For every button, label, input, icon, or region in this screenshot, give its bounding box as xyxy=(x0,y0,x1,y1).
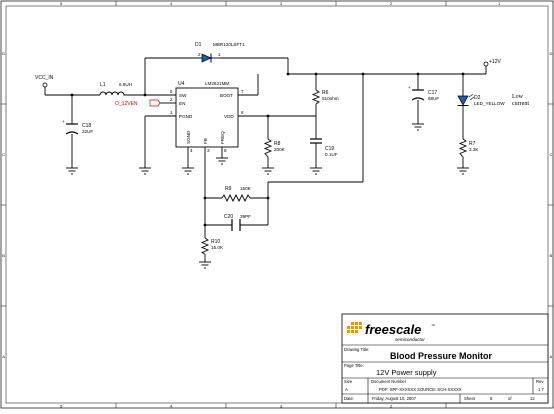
resistor-r10: R10 16.0K xyxy=(200,237,224,255)
capacitor-c18: + C18 22UF xyxy=(62,119,93,135)
svg-text:5: 5 xyxy=(170,89,173,94)
svg-text:+: + xyxy=(62,119,65,124)
border-row-label: D xyxy=(550,51,553,56)
r9-value: 150K xyxy=(240,186,252,191)
net-label-12v: +12V xyxy=(489,59,501,65)
c19-value: 0.1UF xyxy=(325,152,338,157)
u4-ref: U4 xyxy=(178,81,185,87)
resistor-r9: R9 150K xyxy=(221,186,252,203)
c20-ref: C20 xyxy=(224,214,233,220)
svg-text:FB: FB xyxy=(203,138,208,144)
svg-text:7: 7 xyxy=(241,89,244,94)
net-label-vcc-in: VCC_IN xyxy=(35,75,54,81)
resistor-r7: R7 3.3K xyxy=(458,138,479,158)
svg-text:1: 1 xyxy=(218,52,221,57)
d2-value: LED_YELLOW xyxy=(474,101,505,106)
logo-tm: ™ xyxy=(431,323,435,328)
annotation-low-current: Low current xyxy=(512,94,529,107)
date-label: Date: xyxy=(344,396,354,401)
drawing-title-label: Drawing Title: xyxy=(344,347,369,352)
border-col-label: 2 xyxy=(390,1,393,6)
svg-text:1: 1 xyxy=(170,110,173,115)
border-row-label: A xyxy=(550,354,553,359)
border-col-label: 5 xyxy=(60,1,63,6)
border-row-label: D xyxy=(2,51,5,56)
svg-text:FREQ: FREQ xyxy=(220,131,225,144)
capacitor-c17: + C17 68UF xyxy=(408,85,439,101)
page-title-label: Page Title: xyxy=(344,363,364,368)
date-value: Friday, August 10, 2007 xyxy=(372,396,417,401)
capacitor-c19: C19 0.1UF xyxy=(310,138,338,157)
svg-text:+: + xyxy=(408,85,411,90)
svg-text:3: 3 xyxy=(207,148,210,153)
net-12v: +12V xyxy=(483,59,501,67)
border-row-label: C xyxy=(2,152,5,157)
rev-value: 1.7 xyxy=(538,387,544,392)
schematic-canvas: D C B A D C B A 5 4 3 2 1 5 4 3 2 VCC_IN… xyxy=(0,0,554,409)
border-row-label: B xyxy=(550,253,553,258)
svg-text:VDD: VDD xyxy=(224,114,234,119)
svg-text:current: current xyxy=(512,101,529,107)
svg-text:PGND: PGND xyxy=(179,114,193,119)
border-col-label: 1 xyxy=(498,1,501,6)
wires xyxy=(44,57,487,262)
svg-text:BOOT: BOOT xyxy=(220,93,233,98)
d1-value: MBR120LSFT1 xyxy=(213,42,245,47)
document-number: PDF: SPF-XXXXXX SOURCE: SCH-XXXXX xyxy=(379,387,462,392)
logo-text: freescale xyxy=(365,322,421,337)
border-col-label: 4 xyxy=(170,1,173,6)
svg-text:6: 6 xyxy=(241,110,244,115)
document-number-label: Document Number xyxy=(371,379,407,384)
r8-value: 200K xyxy=(274,147,286,152)
ground-symbols xyxy=(66,123,469,269)
schematic-sheet: D C B A D C B A 5 4 3 2 1 5 4 3 2 VCC_IN… xyxy=(0,0,554,409)
svg-text:SW: SW xyxy=(179,93,187,98)
r9-ref: R9 xyxy=(225,186,232,192)
sheet-label: Sheet xyxy=(464,396,476,401)
svg-text:2: 2 xyxy=(198,52,201,57)
c17-value: 68UF xyxy=(428,96,439,101)
title-block: freescale ™ semiconductor Drawing Title:… xyxy=(341,313,549,404)
logo-subtitle: semiconductor xyxy=(395,337,425,342)
svg-text:Low: Low xyxy=(512,94,524,100)
svg-text:EN: EN xyxy=(179,101,185,106)
net-vcc-in: VCC_IN xyxy=(35,75,54,88)
l1-ref: L1 xyxy=(100,82,106,88)
u4-value: LM2621MM xyxy=(205,81,229,86)
l1-value: 6.8UH xyxy=(119,82,132,87)
capacitor-c20: C20 39PF xyxy=(224,214,251,231)
svg-text:2: 2 xyxy=(170,97,173,102)
r10-value: 16.0K xyxy=(211,245,224,250)
r6-value: 510ohm xyxy=(322,96,339,101)
size-label: Size xyxy=(344,379,353,384)
drawing-title: Blood Pressure Monitor xyxy=(390,351,493,361)
border-row-label: A xyxy=(2,354,5,359)
led-d2: D2 LED_YELLOW xyxy=(457,93,505,109)
net-label-enable: O_12VEN xyxy=(115,101,138,107)
svg-text:4: 4 xyxy=(190,148,193,153)
c20-value: 39PF xyxy=(240,214,251,219)
diode-d1: 2 1 D1 MBR120LSFT1 xyxy=(195,42,245,63)
page-title: 12V Power supply xyxy=(376,368,437,377)
border-row-label: C xyxy=(550,152,553,157)
c18-value: 22UF xyxy=(82,129,93,134)
size-value: A xyxy=(345,387,348,392)
rev-label: Rev xyxy=(536,379,544,384)
resistor-r6: R6 510ohm xyxy=(311,89,339,105)
resistor-r8: R8 200K xyxy=(263,138,286,158)
border-row-label: B xyxy=(2,253,5,258)
svg-text:SGND: SGND xyxy=(186,130,191,144)
d1-ref: D1 xyxy=(195,42,202,48)
svg-text:8: 8 xyxy=(224,148,227,153)
sheet-total: 12 xyxy=(530,396,535,401)
ic-u4: U4 LM2621MM SW EN PGND BOOT VDD SGND FB … xyxy=(170,81,244,153)
border-col-label: 3 xyxy=(280,1,283,6)
r7-value: 3.3K xyxy=(469,147,479,152)
inductor-l1: L1 6.8UH xyxy=(99,82,132,96)
net-enable: O_12VEN xyxy=(115,99,161,107)
